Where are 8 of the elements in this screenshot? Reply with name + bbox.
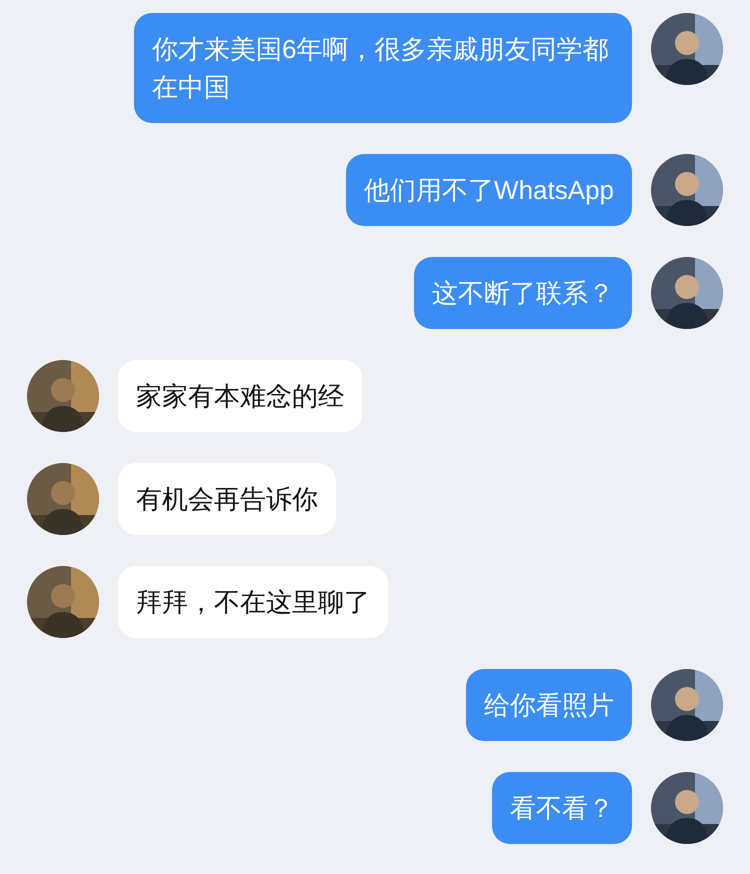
message-bubble: 这不断了联系？ [414, 257, 632, 329]
message-bubble: 有机会再告诉你 [118, 463, 336, 535]
message-bubble: 给你看照片 [466, 669, 632, 741]
message-bubble: 拜拜，不在这里聊了 [118, 566, 388, 638]
message-bubble: 看不看？ [492, 772, 632, 844]
message-bubble: 他们用不了WhatsApp [346, 154, 632, 226]
message-bubble: 家家有本难念的经 [118, 360, 362, 432]
message-bubble: 你才来美国6年啊，很多亲戚朋友同学都在中国 [134, 13, 632, 123]
